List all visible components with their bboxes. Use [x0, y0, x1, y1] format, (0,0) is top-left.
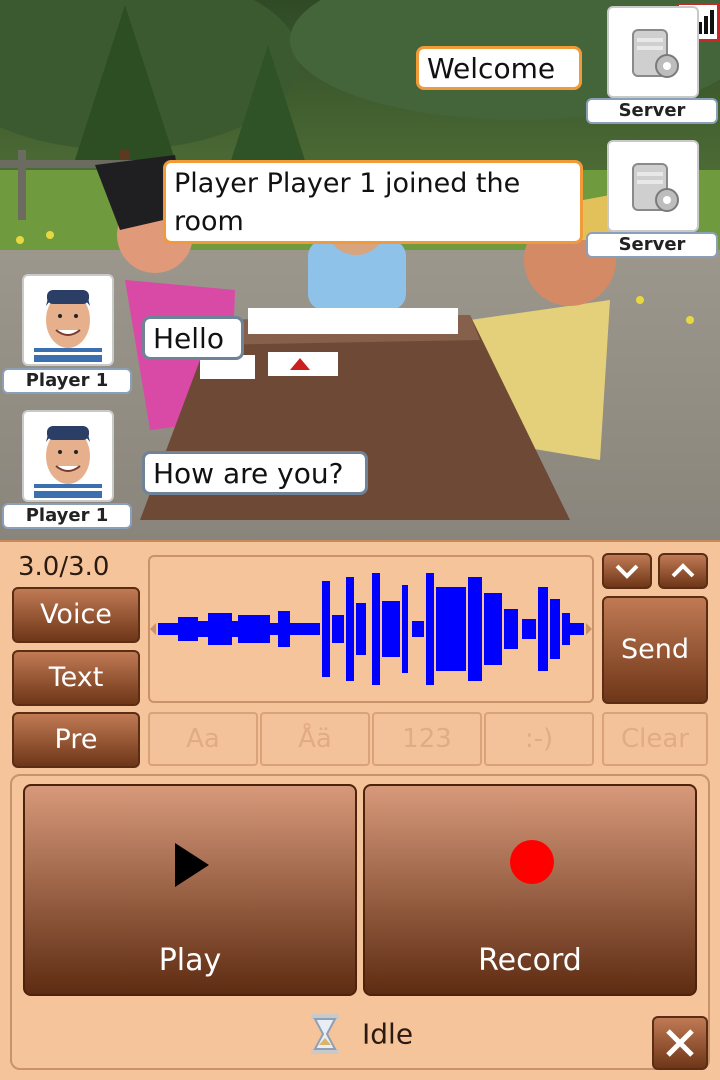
message-text-line: Player Player 1 joined the — [174, 168, 521, 199]
message-text-line: room — [174, 206, 244, 237]
play-button[interactable]: Play — [23, 784, 357, 996]
record-button[interactable]: Record — [363, 784, 697, 996]
status-bar: Idle — [0, 1012, 720, 1054]
pre-mode-button[interactable]: Pre — [12, 712, 140, 768]
server-avatar — [607, 6, 699, 98]
server-avatar — [607, 140, 699, 232]
hourglass-icon — [310, 1014, 339, 1054]
voice-waveform-display — [148, 555, 594, 703]
keyboard-tab-letters[interactable]: Aa — [148, 712, 258, 766]
sender-name-tag: Server — [586, 98, 718, 124]
chat-bubble: Welcome — [416, 46, 582, 90]
chat-bubble: How are you? — [142, 451, 368, 495]
game-scene: Server Welcome Server Player Player 1 jo… — [0, 0, 720, 540]
scroll-down-button[interactable] — [602, 553, 652, 589]
server-gear-icon — [632, 29, 679, 78]
sender-name-tag: Player 1 — [2, 368, 132, 394]
clear-button[interactable]: Clear — [602, 712, 708, 766]
close-icon — [666, 1029, 694, 1057]
record-label: Record — [478, 943, 582, 978]
chevron-down-icon — [615, 564, 639, 579]
chevron-up-icon — [671, 563, 695, 578]
voice-waveform — [150, 573, 592, 685]
voice-mode-button[interactable]: Voice — [12, 587, 140, 643]
server-gear-icon — [632, 163, 679, 212]
chat-bubble: Hello — [142, 316, 244, 360]
message-text: Welcome — [427, 52, 556, 85]
status-text: Idle — [362, 1017, 414, 1051]
play-icon — [175, 843, 209, 887]
message-counter: 3.0/3.0 — [18, 552, 110, 582]
player-avatar — [22, 274, 114, 366]
send-button[interactable]: Send — [602, 596, 708, 704]
chat-input-panel: 3.0/3.0 Voice Text Pre Send Aa Åä 123:-… — [0, 540, 720, 1080]
scroll-up-button[interactable] — [658, 553, 708, 589]
player-face-icon — [34, 290, 102, 362]
message-text: How are you? — [153, 457, 344, 490]
keyboard-tab-accented[interactable]: Åä — [260, 712, 370, 766]
player-avatar — [22, 410, 114, 502]
message-text: Hello — [153, 322, 224, 355]
sender-name-tag: Player 1 — [2, 503, 132, 529]
sender-name-tag: Server — [586, 232, 718, 258]
play-label: Play — [158, 943, 222, 978]
keyboard-tab-emoticons[interactable]: :-) — [484, 712, 594, 766]
record-dot-icon — [510, 840, 554, 884]
chat-bubble: Player Player 1 joined the room — [163, 160, 583, 244]
player-face-icon — [34, 426, 102, 498]
close-button[interactable] — [652, 1016, 708, 1070]
keyboard-tab-numbers[interactable]: 123 — [372, 712, 482, 766]
text-mode-button[interactable]: Text — [12, 650, 140, 706]
